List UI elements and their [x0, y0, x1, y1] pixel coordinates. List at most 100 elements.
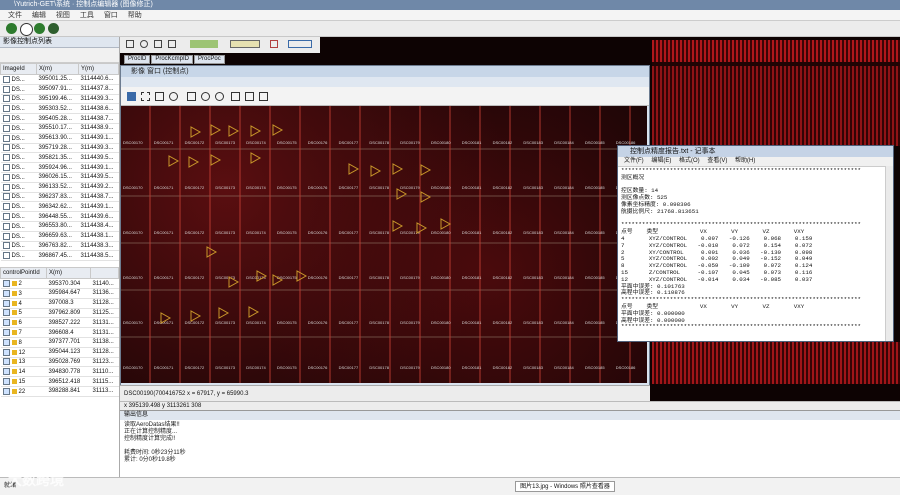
row-checkbox[interactable] — [2, 124, 10, 132]
point-icon[interactable] — [168, 40, 176, 48]
pan-icon[interactable] — [126, 40, 134, 48]
print-icon[interactable] — [259, 92, 268, 101]
crosshair-icon[interactable] — [231, 92, 240, 101]
column-header[interactable]: Y(m) — [78, 63, 119, 75]
table-row[interactable]: 7 396608.4 31131... — [0, 327, 119, 338]
window-layout-icon[interactable] — [288, 40, 312, 48]
notepad-text[interactable]: ****************************************… — [618, 167, 893, 341]
control-point-marker[interactable] — [370, 165, 382, 177]
notepad-scrollbar[interactable] — [885, 166, 893, 341]
notepad-menu-help[interactable]: 帮助(H) — [735, 158, 755, 164]
column-header[interactable] — [90, 267, 119, 280]
table-row[interactable]: 14 394830.778 31110... — [0, 366, 119, 378]
table-row[interactable]: 15 396512.418 31115... — [0, 376, 119, 387]
control-point-marker[interactable] — [250, 152, 262, 164]
control-point-marker[interactable] — [420, 164, 432, 176]
row-checkbox[interactable] — [2, 213, 10, 221]
table-row[interactable]: DS... 395719.28... 3114439.3... — [0, 143, 119, 154]
check-icon[interactable] — [34, 23, 45, 34]
select-icon[interactable] — [154, 40, 162, 48]
table-row[interactable]: DS... 395001.25... 3114440.6... — [0, 74, 119, 85]
row-checkbox[interactable] — [2, 319, 10, 327]
control-point-marker[interactable] — [210, 154, 222, 166]
table-row[interactable]: 22 398288.841 31113... — [0, 386, 119, 397]
row-checkbox[interactable] — [2, 95, 10, 103]
zoom-icon[interactable] — [140, 40, 148, 48]
control-point-marker[interactable] — [190, 126, 202, 138]
table-row[interactable]: DS... 395821.35... 3114439.5... — [0, 152, 119, 164]
table-row[interactable]: DS... 395097.91... 3114437.8... — [0, 84, 119, 95]
row-checkbox[interactable] — [2, 242, 10, 250]
row-checkbox[interactable] — [2, 115, 10, 123]
control-point-marker[interactable] — [168, 155, 180, 167]
menu-item-edit[interactable]: 编辑 — [32, 12, 46, 19]
row-checkbox[interactable] — [2, 193, 10, 201]
table-row[interactable]: DS... 396026.15... 3114439.5... — [0, 172, 119, 183]
column-header[interactable]: ImageId — [0, 63, 37, 75]
taskbar-item[interactable]: 图片13.jpg - Windows 照片查看器 — [515, 481, 615, 492]
run-icon[interactable] — [6, 23, 17, 34]
row-checkbox[interactable] — [2, 289, 10, 297]
row-checkbox[interactable] — [2, 173, 10, 181]
table-row[interactable]: 12 395044.123 31128... — [0, 347, 119, 358]
column-header[interactable]: X(m) — [46, 267, 91, 280]
table-row[interactable]: 5 397962.809 31125... — [0, 308, 119, 319]
notepad-menu-view[interactable]: 查看(V) — [707, 158, 727, 164]
select-rect-icon[interactable] — [141, 92, 150, 101]
menu-item-help[interactable]: 帮助 — [128, 12, 142, 19]
control-point-marker[interactable] — [296, 270, 308, 282]
row-checkbox[interactable] — [2, 154, 10, 162]
control-point-marker[interactable] — [272, 124, 284, 136]
table-row[interactable]: DS... 395510.17... 3114438.9... — [0, 123, 119, 134]
table-row[interactable]: DS... 395613.90... 3114439.1... — [0, 133, 119, 144]
row-checkbox[interactable] — [2, 280, 10, 287]
tab-procpoc[interactable]: ProcPoc — [194, 55, 225, 64]
control-point-marker[interactable] — [348, 163, 360, 175]
row-checkbox[interactable] — [2, 309, 10, 317]
table-row[interactable]: 4 397008.3 31128... — [0, 298, 119, 309]
table-row[interactable]: 2 395370.304 31140... — [0, 278, 119, 289]
table-row[interactable]: DS... 396133.52... 3114439.2... — [0, 182, 119, 193]
notepad-menu-file[interactable]: 文件(F) — [624, 158, 644, 164]
table-row[interactable]: DS... 396237.83... 3114438.7... — [0, 192, 119, 203]
row-checkbox[interactable] — [2, 348, 10, 356]
table-row[interactable]: 3 395984.647 31136... — [0, 288, 119, 299]
control-point-marker[interactable] — [396, 188, 408, 200]
row-checkbox[interactable] — [2, 134, 10, 142]
table-row[interactable]: DS... 396659.63... 3114438.1... — [0, 231, 119, 242]
close-icon[interactable] — [20, 23, 33, 36]
table-row[interactable]: DS... 395924.96... 3114439.1... — [0, 162, 119, 173]
table-row[interactable]: DS... 395199.46... 3114439.3... — [0, 94, 119, 105]
column-header[interactable]: X(m) — [36, 63, 79, 75]
image-mosaic-canvas[interactable]: DSC00170 DSC00171 DSC00172 DSC00173 DSC00174… — [121, 106, 647, 383]
row-checkbox[interactable] — [2, 183, 10, 191]
circle-icon[interactable] — [169, 92, 178, 101]
export-icon[interactable] — [48, 23, 59, 34]
control-point-marker[interactable] — [228, 125, 240, 137]
row-checkbox[interactable] — [2, 377, 10, 385]
grid-icon[interactable] — [245, 92, 254, 101]
row-checkbox[interactable] — [2, 368, 10, 376]
control-point-marker[interactable] — [392, 163, 404, 175]
row-checkbox[interactable] — [2, 299, 10, 307]
pan-hand-icon[interactable] — [187, 92, 196, 101]
row-checkbox[interactable] — [2, 105, 10, 113]
flag-icon[interactable] — [270, 40, 278, 48]
row-checkbox[interactable] — [2, 144, 10, 152]
table-row[interactable]: DS... 395405.28... 3114438.7... — [0, 113, 119, 124]
menu-item-file[interactable]: 文件 — [8, 12, 22, 19]
row-checkbox[interactable] — [2, 75, 10, 83]
menu-item-view[interactable]: 视图 — [56, 12, 70, 19]
notepad-menu-edit[interactable]: 编辑(E) — [651, 158, 671, 164]
control-point-marker[interactable] — [248, 306, 260, 318]
row-checkbox[interactable] — [2, 328, 10, 336]
table-row[interactable]: 13 395028.769 31123... — [0, 357, 119, 368]
layer-tools-icon[interactable] — [230, 40, 260, 48]
row-checkbox[interactable] — [2, 203, 10, 211]
control-point-marker[interactable] — [188, 156, 200, 168]
control-point-marker[interactable] — [210, 124, 222, 136]
table-row[interactable]: 8 397377.701 31138... — [0, 337, 119, 348]
menu-item-tools[interactable]: 工具 — [80, 12, 94, 19]
table-row[interactable]: 6 398527.222 31131... — [0, 317, 119, 329]
tab-prockcmpid[interactable]: ProcKcmpID — [151, 55, 194, 64]
